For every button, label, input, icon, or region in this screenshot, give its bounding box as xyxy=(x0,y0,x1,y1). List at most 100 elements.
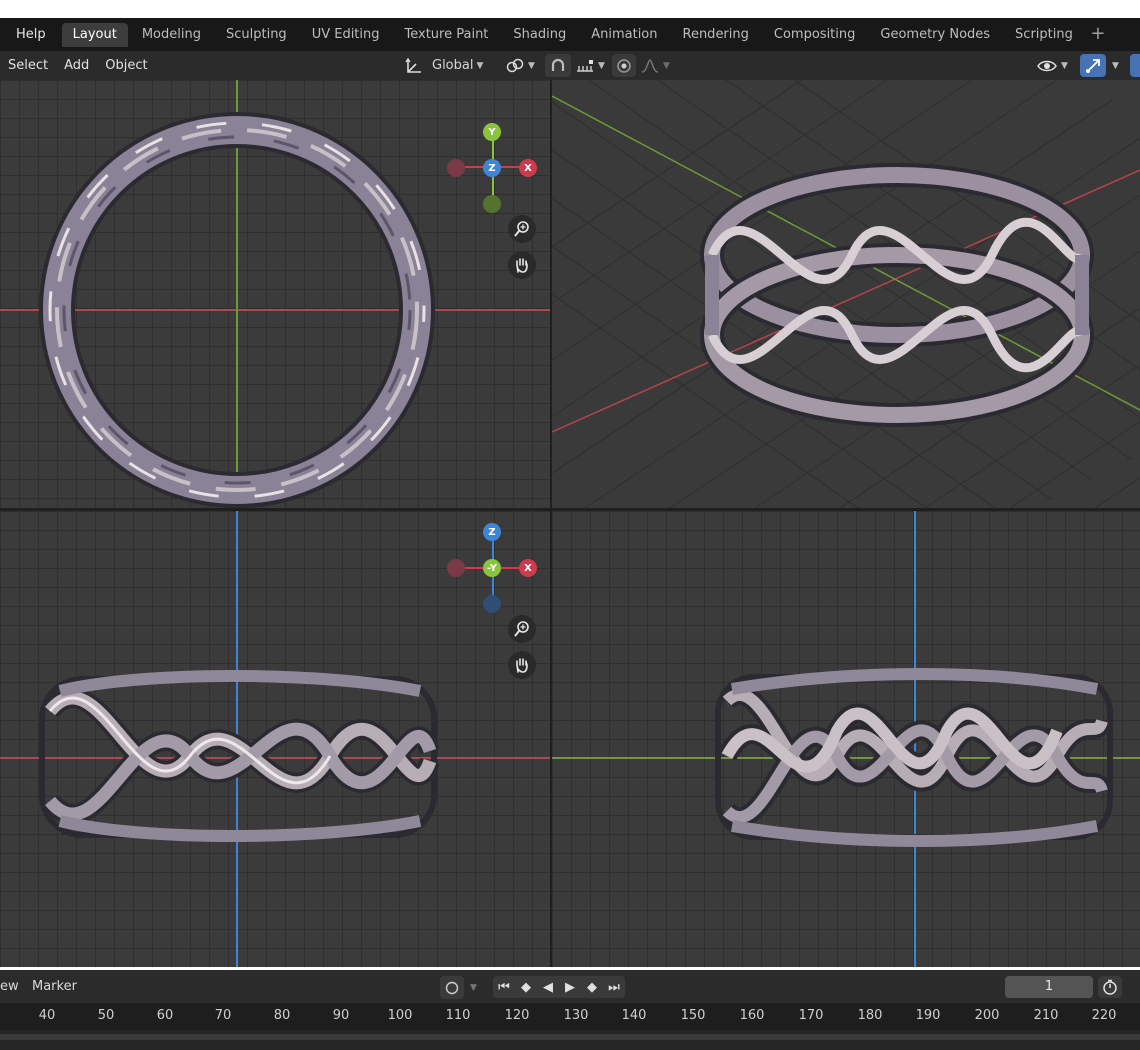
proportional-circle-icon xyxy=(617,58,631,73)
frame-tick: 110 xyxy=(445,1008,471,1023)
proportional-falloff-dropdown[interactable]: ▼ xyxy=(636,54,674,77)
tab-sculpting[interactable]: Sculpting xyxy=(215,23,298,47)
viewport-perspective[interactable] xyxy=(552,80,1140,508)
tab-animation[interactable]: Animation xyxy=(580,23,668,47)
pan-button[interactable] xyxy=(508,251,536,279)
gizmo-neg-x-ball[interactable] xyxy=(447,559,465,577)
current-frame-field[interactable]: 1 xyxy=(1005,976,1093,998)
jump-to-end-icon[interactable]: ⏭ xyxy=(603,976,625,998)
braided-ring-perspective xyxy=(700,163,1094,427)
add-workspace-button[interactable]: + xyxy=(1087,23,1109,47)
overlay-toggle[interactable] xyxy=(1130,54,1140,77)
tab-shading[interactable]: Shading xyxy=(502,23,577,47)
gizmo-toggle[interactable] xyxy=(1080,54,1106,77)
chevron-down-icon[interactable]: ▼ xyxy=(470,983,477,993)
auto-keying-toggle[interactable] xyxy=(440,976,464,999)
magnet-icon xyxy=(551,58,565,71)
frame-tick: 200 xyxy=(974,1008,1000,1023)
frame-tick: 170 xyxy=(798,1008,824,1023)
pivot-point-dropdown[interactable]: ▼ xyxy=(505,54,535,77)
frame-tick: 120 xyxy=(504,1008,530,1023)
zoom-button[interactable] xyxy=(508,615,536,643)
zoom-magnifier-icon xyxy=(514,221,529,237)
frame-tick: 70 xyxy=(214,1008,232,1023)
help-menu[interactable]: Help xyxy=(0,27,62,42)
falloff-curve-icon xyxy=(641,58,659,73)
timeline-scrollbar[interactable] xyxy=(0,1034,1140,1040)
keying-controls: ▼ xyxy=(440,976,477,999)
zoom-magnifier-icon xyxy=(514,621,529,637)
tab-rendering[interactable]: Rendering xyxy=(672,23,760,47)
frame-tick: 90 xyxy=(332,1008,350,1023)
pivot-link-icon xyxy=(506,58,524,72)
frame-tick: 160 xyxy=(739,1008,765,1023)
gizmo-neg-z-ball[interactable] xyxy=(483,595,501,613)
playback-controls: ⏮ ◆ ◀ ▶ ◆ ⏭ xyxy=(493,976,625,998)
chevron-down-icon[interactable]: ▼ xyxy=(1112,61,1119,71)
gizmo-x-ball[interactable]: X xyxy=(519,559,537,577)
frame-tick: 40 xyxy=(38,1008,56,1023)
view-menu[interactable]: ew xyxy=(0,979,19,994)
jump-to-prev-keyframe-icon[interactable]: ◆ xyxy=(515,976,537,998)
gizmo-neg-y-ball[interactable]: -Y xyxy=(483,559,501,577)
timeline-track[interactable] xyxy=(0,1030,1140,1050)
gizmo-z-ball[interactable]: Z xyxy=(483,523,501,541)
topbar: Help Layout Modeling Sculpting UV Editin… xyxy=(0,18,1140,51)
tab-compositing[interactable]: Compositing xyxy=(763,23,867,47)
braided-ring-front xyxy=(39,670,440,842)
frame-tick: 60 xyxy=(156,1008,174,1023)
viewport-top-view[interactable]: Y Z X xyxy=(0,80,550,508)
jump-to-start-icon[interactable]: ⏮ xyxy=(493,976,515,998)
play-icon[interactable]: ▶ xyxy=(559,976,581,998)
viewport-side-view[interactable] xyxy=(552,511,1140,967)
gizmo-z-ball[interactable]: Z xyxy=(483,159,501,177)
transform-orientation-label: Global xyxy=(432,58,474,73)
pan-button[interactable] xyxy=(508,651,536,679)
proportional-editing-toggle[interactable] xyxy=(612,54,636,77)
hand-icon xyxy=(516,258,528,273)
tab-texture-paint[interactable]: Texture Paint xyxy=(394,23,500,47)
frame-tick: 190 xyxy=(915,1008,941,1023)
frame-tick: 80 xyxy=(273,1008,291,1023)
proportional-editing: ▼ xyxy=(612,54,674,77)
frame-tick: 130 xyxy=(563,1008,589,1023)
object-menu[interactable]: Object xyxy=(97,58,155,73)
transform-orientation-dropdown[interactable]: Global ▼ xyxy=(404,54,483,77)
chevron-down-icon: ▼ xyxy=(663,60,670,71)
timeline-header: ew Marker ▼ ⏮ ◆ ◀ ▶ ◆ ⏭ 1 xyxy=(0,970,1140,1003)
add-menu[interactable]: Add xyxy=(56,58,97,73)
play-reverse-icon[interactable]: ◀ xyxy=(537,976,559,998)
tab-scripting[interactable]: Scripting xyxy=(1004,23,1084,47)
frame-tick: 50 xyxy=(97,1008,115,1023)
hand-icon xyxy=(516,658,528,673)
chevron-down-icon: ▼ xyxy=(528,60,535,71)
overlay-button-edge xyxy=(1130,54,1140,77)
gizmo-x-ball[interactable]: X xyxy=(519,159,537,177)
gizmo-y-ball[interactable]: Y xyxy=(483,123,501,141)
zoom-button[interactable] xyxy=(508,215,536,243)
frame-tick: 100 xyxy=(387,1008,413,1023)
viewport-front-view[interactable]: Z -Y X xyxy=(0,511,550,967)
gizmo-neg-x-ball[interactable] xyxy=(447,159,465,177)
record-circle-icon xyxy=(445,981,459,994)
timeline-ruler[interactable]: 40 50 60 70 80 90 100 110 120 130 140 15… xyxy=(0,1003,1140,1030)
frame-tick: 210 xyxy=(1033,1008,1059,1023)
snap-target-dropdown[interactable]: ▼ xyxy=(571,54,609,77)
jump-to-next-keyframe-icon[interactable]: ◆ xyxy=(581,976,603,998)
tab-layout[interactable]: Layout xyxy=(61,22,128,47)
eye-icon xyxy=(1037,60,1057,71)
stopwatch-button[interactable] xyxy=(1098,976,1122,998)
tab-modeling[interactable]: Modeling xyxy=(131,23,212,47)
marker-menu[interactable]: Marker xyxy=(32,979,77,994)
braided-ring-side xyxy=(715,668,1113,847)
gizmo-neg-y-ball[interactable] xyxy=(483,195,501,213)
chevron-down-icon: ▼ xyxy=(476,60,484,71)
visibility-dropdown[interactable]: ▼ xyxy=(1036,54,1068,77)
snap-toggle[interactable] xyxy=(545,54,571,77)
viewport-header: Select Add Object Global ▼ ▼ ▼ ▼ ▼ ▼ xyxy=(0,51,1140,80)
select-menu[interactable]: Select xyxy=(0,58,56,73)
frame-tick: 150 xyxy=(680,1008,706,1023)
braided-ring-top xyxy=(39,112,435,508)
tab-uv-editing[interactable]: UV Editing xyxy=(301,23,391,47)
tab-geometry-nodes[interactable]: Geometry Nodes xyxy=(869,23,1001,47)
